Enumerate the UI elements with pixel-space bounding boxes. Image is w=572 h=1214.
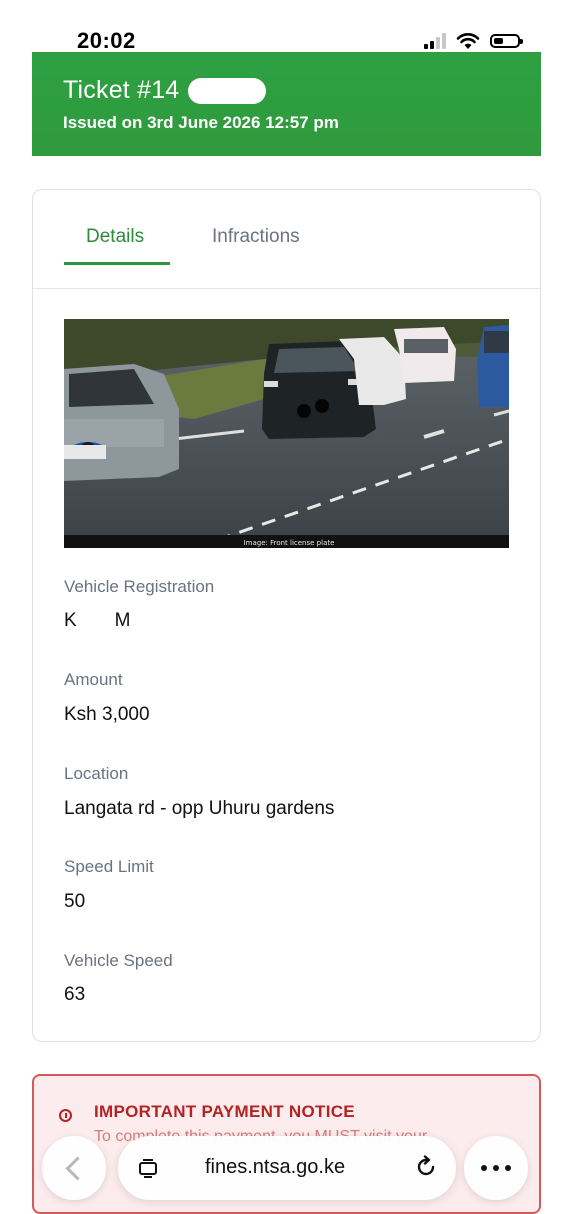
battery-level <box>494 38 503 44</box>
vehicle-registration-value: K M <box>64 610 131 631</box>
camera-photo: Image: Front license plate <box>64 319 509 548</box>
more-button[interactable] <box>464 1136 528 1200</box>
ticket-title: Ticket #14 <box>63 76 180 104</box>
active-tab-indicator <box>64 262 170 265</box>
tab-bar: Details Infractions <box>33 190 540 289</box>
reload-icon[interactable] <box>414 1155 438 1179</box>
ticket-header: Ticket #14 Issued on 3rd June 2026 12:57… <box>32 52 541 156</box>
tab-infractions[interactable]: Infractions <box>212 226 300 248</box>
more-icon <box>481 1165 511 1171</box>
camera-caption: Image: Front license plate <box>244 539 335 547</box>
address-bar[interactable]: fines.ntsa.go.ke <box>118 1136 456 1200</box>
status-time: 20:02 <box>77 28 136 53</box>
status-icons <box>424 32 523 50</box>
tab-details[interactable]: Details <box>86 226 144 248</box>
wifi-icon <box>456 33 480 49</box>
status-bar: 20:02 <box>0 0 572 53</box>
speed-limit-value: 50 <box>64 891 86 912</box>
back-chevron-icon <box>65 1156 90 1181</box>
ticket-details-card: Details Infractions Image: Front license… <box>32 189 541 1042</box>
ticket-issued-date: Issued on 3rd June 2026 12:57 pm <box>63 113 339 132</box>
vehicle-speed-label: Vehicle Speed <box>64 951 173 970</box>
notice-title: IMPORTANT PAYMENT NOTICE <box>94 1102 355 1121</box>
amount-value: Ksh 3,000 <box>64 704 150 725</box>
vehicle-registration-label: Vehicle Registration <box>64 577 215 596</box>
location-value: Langata rd - opp Uhuru gardens <box>64 798 335 819</box>
redaction-mark <box>188 78 266 104</box>
speed-limit-label: Speed Limit <box>64 857 154 876</box>
back-button[interactable] <box>42 1136 106 1200</box>
url-text[interactable]: fines.ntsa.go.ke <box>205 1156 345 1179</box>
location-label: Location <box>64 764 129 783</box>
battery-icon <box>490 34 523 48</box>
amount-label: Amount <box>64 670 123 689</box>
vehicle-speed-value: 63 <box>64 984 86 1005</box>
browser-toolbar: fines.ntsa.go.ke <box>0 1120 572 1200</box>
cellular-signal-icon <box>424 33 446 49</box>
tabs-icon[interactable] <box>138 1158 158 1178</box>
